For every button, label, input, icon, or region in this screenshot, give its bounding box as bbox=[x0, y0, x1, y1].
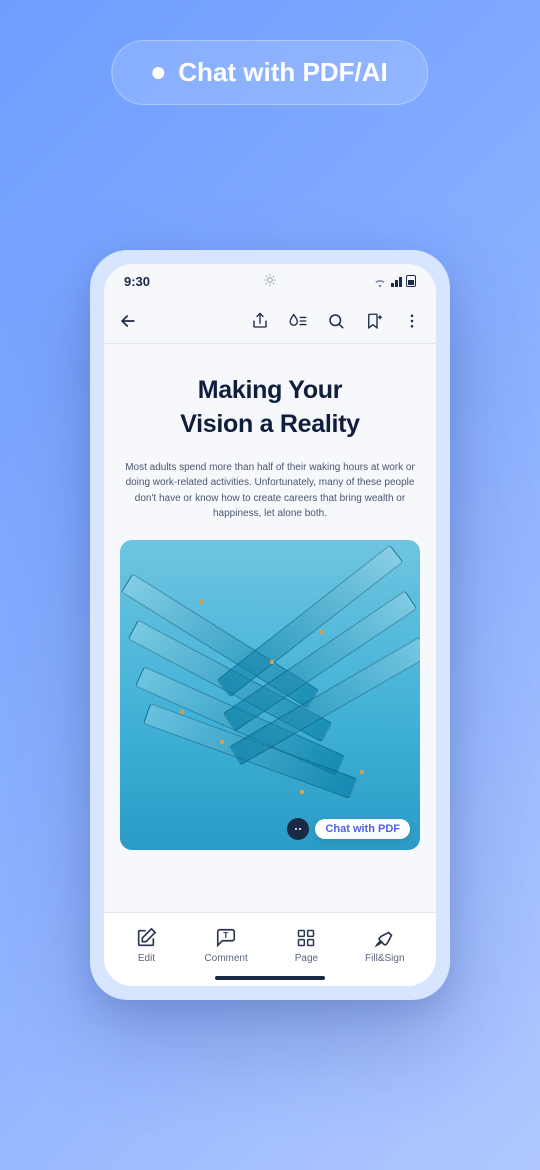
comment-icon: T bbox=[215, 927, 237, 949]
nav-page[interactable]: Page bbox=[295, 927, 318, 964]
nav-comment-label: Comment bbox=[204, 953, 247, 964]
home-indicator[interactable] bbox=[215, 976, 325, 980]
battery-icon bbox=[406, 275, 416, 287]
document-body: Most adults spend more than half of thei… bbox=[120, 460, 420, 522]
promo-label: Chat with PDF/AI bbox=[178, 57, 387, 88]
document-content: Making Your Vision a Reality Most adults… bbox=[104, 344, 436, 912]
promo-pill: Chat with PDF/AI bbox=[111, 40, 428, 105]
more-vertical-icon[interactable] bbox=[402, 311, 422, 331]
app-toolbar bbox=[104, 298, 436, 344]
document-title-line2: Vision a Reality bbox=[180, 408, 360, 442]
ink-drop-icon[interactable] bbox=[288, 311, 308, 331]
share-icon[interactable] bbox=[250, 311, 270, 331]
bottom-nav: Edit T Comment Page Fill&Sign bbox=[104, 912, 436, 986]
promo-dot-icon bbox=[152, 67, 164, 79]
chat-badge-label: Chat with PDF bbox=[315, 819, 410, 839]
nav-edit[interactable]: Edit bbox=[135, 927, 157, 964]
page-grid-icon bbox=[295, 927, 317, 949]
brightness-icon bbox=[263, 273, 277, 290]
signal-icon bbox=[391, 276, 402, 287]
wifi-icon bbox=[373, 276, 387, 286]
back-arrow-icon[interactable] bbox=[118, 311, 138, 331]
document-title-line1: Making Your bbox=[180, 374, 360, 408]
chat-with-pdf-button[interactable]: Chat with PDF bbox=[287, 818, 410, 840]
search-icon[interactable] bbox=[326, 311, 346, 331]
status-bar: 9:30 bbox=[104, 264, 436, 298]
fill-sign-icon bbox=[374, 927, 396, 949]
document-hero-image: Chat with PDF bbox=[120, 540, 420, 850]
phone-screen: 9:30 bbox=[104, 264, 436, 986]
nav-page-label: Page bbox=[295, 953, 318, 964]
chat-bot-icon bbox=[287, 818, 309, 840]
nav-fill-sign-label: Fill&Sign bbox=[365, 953, 404, 964]
status-time: 9:30 bbox=[124, 274, 150, 289]
nav-comment[interactable]: T Comment bbox=[204, 927, 247, 964]
edit-icon bbox=[135, 927, 157, 949]
bookmark-icon[interactable] bbox=[364, 311, 384, 331]
nav-edit-label: Edit bbox=[138, 953, 155, 964]
document-title: Making Your Vision a Reality bbox=[180, 374, 360, 442]
status-indicators bbox=[373, 275, 416, 287]
nav-fill-sign[interactable]: Fill&Sign bbox=[365, 927, 404, 964]
svg-text:T: T bbox=[223, 931, 228, 940]
phone-mockup: 9:30 bbox=[90, 250, 450, 1000]
